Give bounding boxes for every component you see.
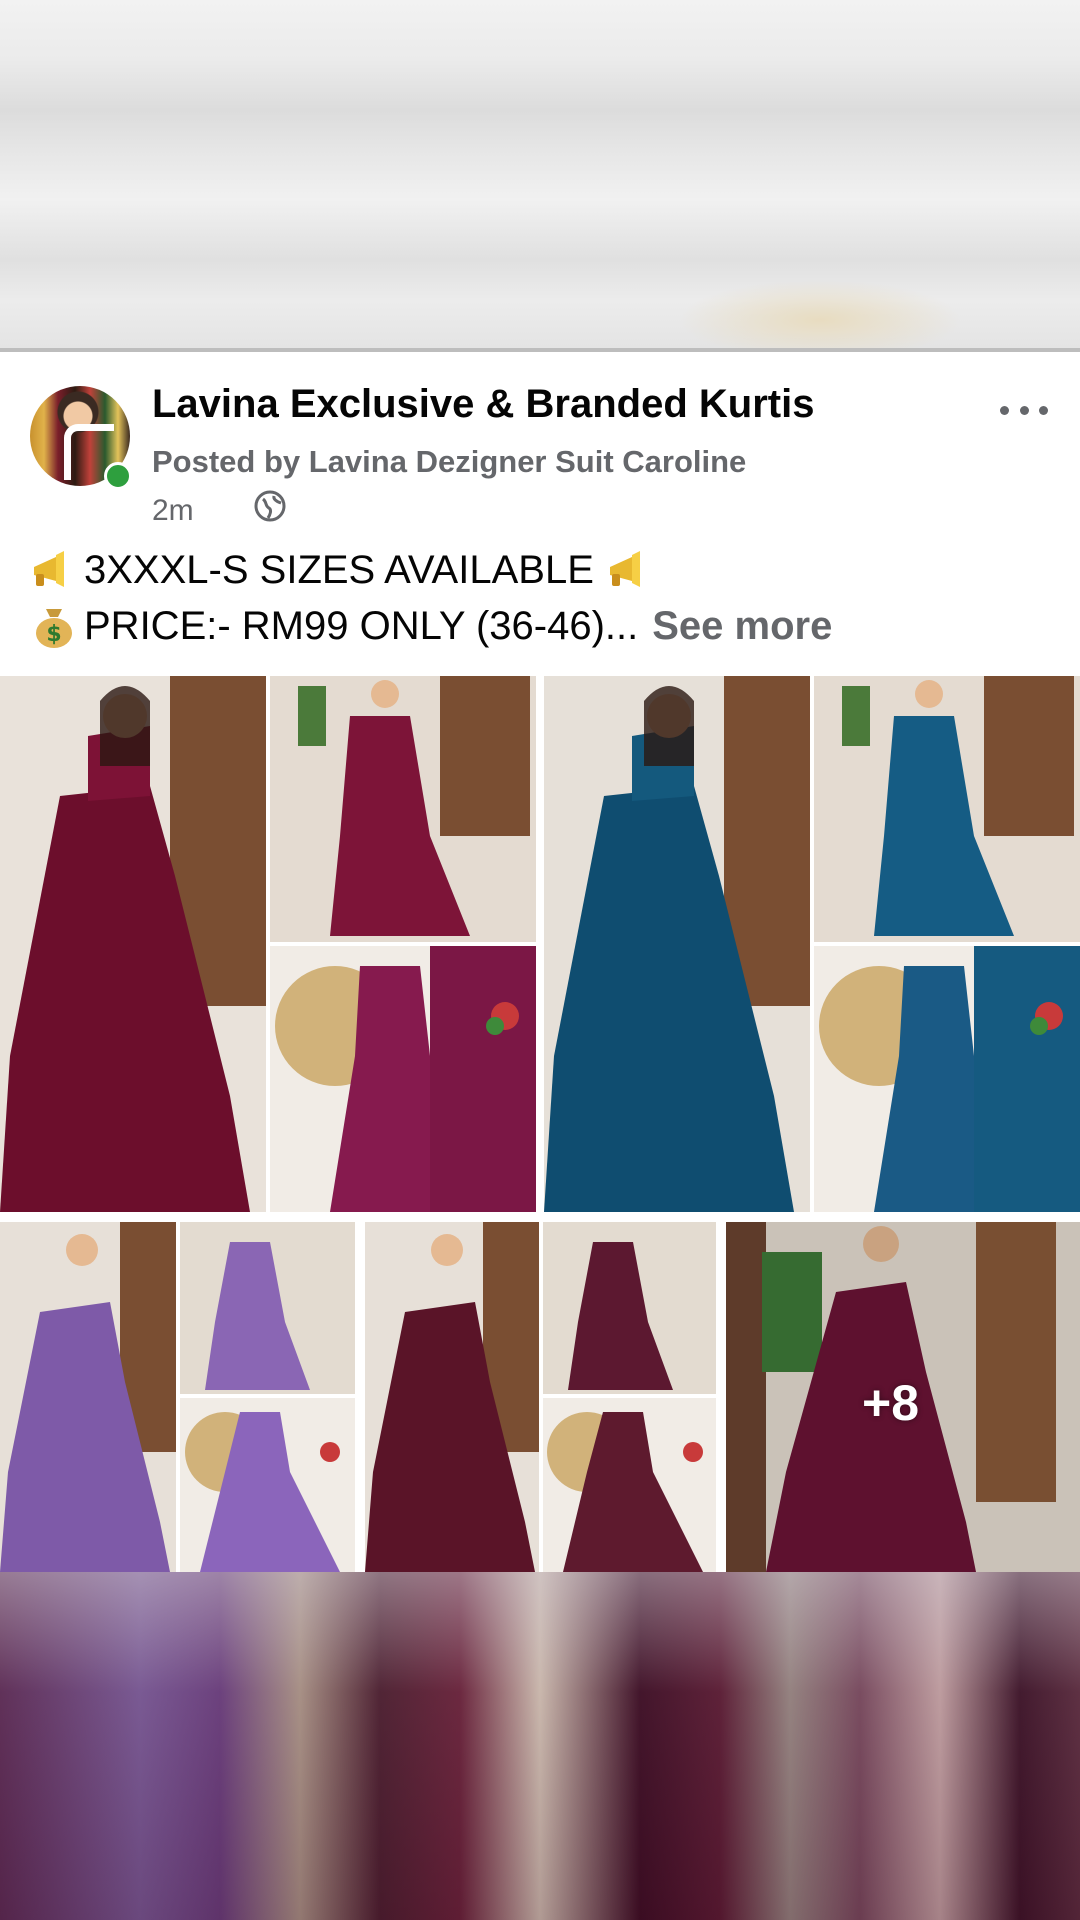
megaphone-icon <box>609 550 640 587</box>
more-options-icon[interactable] <box>1000 400 1048 420</box>
photo-teal-gown[interactable] <box>544 676 1080 1212</box>
photo-maroon-gown[interactable] <box>0 676 536 1212</box>
post-meta: 2m <box>152 490 286 524</box>
page-name-link[interactable]: Lavina Exclusive & Branded Kurtis <box>152 382 972 427</box>
blurred-next-content <box>0 1572 1080 1920</box>
caption-line-2: $ PRICE:- RM99 ONLY (36-46)... See more <box>30 604 832 649</box>
more-photos-count[interactable]: +8 <box>862 1374 919 1432</box>
globe-icon <box>254 490 286 522</box>
caption-sizes-text: 3XXXL-S SIZES AVAILABLE <box>84 548 594 592</box>
posted-by-text[interactable]: Posted by Lavina Dezigner Suit Caroline <box>152 444 746 480</box>
caption-price-text: PRICE:- RM99 ONLY (36-46)... <box>84 604 639 648</box>
blurred-previous-post <box>0 0 1080 348</box>
caption-line-1: 3XXXL-S SIZES AVAILABLE <box>30 548 660 593</box>
photo-purple-gown[interactable] <box>0 1222 355 1572</box>
svg-text:$: $ <box>46 622 61 647</box>
photo-wine-gown[interactable] <box>365 1222 716 1572</box>
online-status-icon <box>104 462 132 490</box>
feed-divider <box>0 348 1080 352</box>
megaphone-icon <box>34 550 64 587</box>
post-timestamp[interactable]: 2m <box>152 494 194 524</box>
see-more-link[interactable]: See more <box>652 604 832 649</box>
money-bag-icon: $ <box>36 608 72 648</box>
